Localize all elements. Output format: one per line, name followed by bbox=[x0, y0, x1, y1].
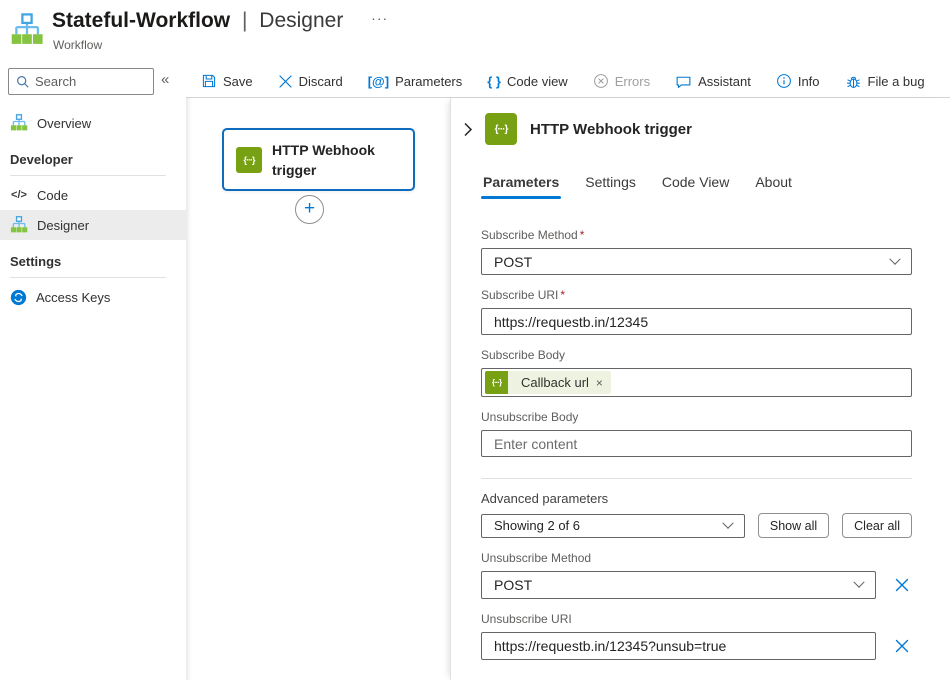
sidebar-item-designer[interactable]: Designer bbox=[0, 210, 186, 240]
remove-unsubscribe-method-button[interactable] bbox=[892, 575, 912, 595]
search-box[interactable] bbox=[8, 68, 154, 95]
assistant-icon bbox=[676, 76, 691, 88]
unsubscribe-uri-label: Unsubscribe URI bbox=[481, 612, 572, 626]
parameters-icon: [@] bbox=[367, 73, 390, 89]
access-keys-icon bbox=[10, 289, 27, 305]
overview-icon bbox=[10, 114, 28, 131]
errors-icon bbox=[593, 74, 608, 88]
code-view-button[interactable]: { } Code view bbox=[487, 74, 567, 89]
required-asterisk: * bbox=[579, 228, 585, 242]
advanced-parameters-value: Showing 2 of 6 bbox=[494, 518, 581, 533]
unsubscribe-method-label: Unsubscribe Method bbox=[481, 551, 592, 565]
unsubscribe-uri-field bbox=[481, 632, 876, 660]
sidebar-item-access-keys[interactable]: Access Keys bbox=[0, 282, 186, 312]
section-divider bbox=[10, 277, 166, 278]
close-icon bbox=[895, 578, 909, 592]
designer-icon bbox=[10, 216, 28, 233]
unsubscribe-body-input[interactable] bbox=[482, 431, 911, 456]
webhook-icon: {···} bbox=[236, 146, 262, 173]
subscribe-uri-input[interactable] bbox=[482, 309, 911, 334]
close-icon bbox=[895, 639, 909, 653]
subscribe-body-label: Subscribe Body bbox=[481, 348, 566, 362]
command-bar: Save Discard [@] Parameters { } Code vie… bbox=[201, 67, 925, 95]
advanced-divider bbox=[481, 478, 912, 479]
page-view-title: Designer bbox=[259, 9, 344, 32]
unsubscribe-body-label: Unsubscribe Body bbox=[481, 410, 579, 424]
chevron-down-icon bbox=[722, 517, 734, 529]
designer-canvas[interactable]: {···} HTTP Webhook trigger + bbox=[186, 98, 450, 680]
sidebar-section-settings: Settings bbox=[10, 254, 62, 269]
subscribe-uri-label: Subscribe URI * bbox=[481, 288, 566, 302]
plus-icon: + bbox=[303, 198, 316, 219]
advanced-parameters-dropdown[interactable]: Showing 2 of 6 bbox=[481, 513, 745, 538]
clear-all-button[interactable]: Clear all bbox=[842, 513, 912, 538]
bug-icon bbox=[846, 76, 860, 88]
subscribe-method-dropdown[interactable]: POST bbox=[481, 248, 912, 275]
advanced-parameters-label: Advanced parameters bbox=[481, 491, 609, 506]
code-view-icon: { } bbox=[487, 73, 501, 89]
tab-settings[interactable]: Settings bbox=[583, 170, 638, 199]
panel-collapse-icon[interactable] bbox=[461, 120, 476, 139]
app-header: Stateful-Workflow | Designer ··· Workflo… bbox=[0, 0, 950, 62]
discard-icon bbox=[279, 74, 292, 88]
discard-button[interactable]: Discard bbox=[278, 74, 343, 89]
collapse-sidebar-icon[interactable]: « bbox=[161, 71, 169, 88]
workflow-logo-icon bbox=[10, 13, 44, 52]
resource-type-label: Workflow bbox=[53, 38, 103, 52]
title-separator: | bbox=[241, 9, 248, 32]
tab-code-view[interactable]: Code View bbox=[660, 170, 731, 199]
chevron-down-icon bbox=[889, 253, 901, 265]
panel-title: HTTP Webhook trigger bbox=[530, 120, 692, 138]
unsubscribe-uri-input[interactable] bbox=[482, 633, 875, 659]
parameters-button[interactable]: [@] Parameters bbox=[368, 74, 463, 89]
trigger-details-panel: {···} HTTP Webhook trigger Parameters Se… bbox=[450, 98, 950, 680]
unsubscribe-method-value: POST bbox=[494, 577, 533, 593]
show-all-button[interactable]: Show all bbox=[757, 513, 830, 538]
sidebar-item-overview[interactable]: Overview bbox=[0, 108, 186, 138]
section-divider bbox=[10, 175, 166, 176]
chevron-down-icon bbox=[853, 576, 865, 588]
search-input[interactable] bbox=[35, 70, 151, 93]
sidebar-item-code[interactable]: </> Code bbox=[0, 180, 186, 210]
subscribe-method-value: POST bbox=[494, 253, 533, 270]
search-icon bbox=[17, 76, 29, 88]
token-label: Callback url bbox=[521, 375, 589, 390]
subscribe-body-field[interactable]: {···} Callback url × bbox=[481, 368, 912, 397]
token-webhook-icon: {···} bbox=[485, 371, 508, 394]
save-icon bbox=[202, 74, 216, 88]
info-icon bbox=[776, 74, 791, 88]
required-asterisk: * bbox=[560, 288, 566, 302]
webhook-panel-icon: {···} bbox=[485, 113, 517, 145]
add-step-button[interactable]: + bbox=[295, 195, 324, 224]
code-icon: </> bbox=[11, 189, 27, 201]
errors-button: Errors bbox=[593, 73, 650, 89]
panel-tabs: Parameters Settings Code View About bbox=[481, 170, 950, 199]
remove-token-icon[interactable]: × bbox=[596, 376, 603, 390]
http-webhook-trigger-node[interactable]: {···} HTTP Webhook trigger bbox=[222, 128, 415, 191]
remove-unsubscribe-uri-button[interactable] bbox=[892, 636, 912, 656]
assistant-button[interactable]: Assistant bbox=[675, 73, 751, 90]
unsubscribe-body-field bbox=[481, 430, 912, 457]
callback-url-token[interactable]: {···} Callback url × bbox=[485, 371, 611, 394]
subscribe-method-label: Subscribe Method * bbox=[481, 228, 585, 242]
sidebar-section-developer: Developer bbox=[10, 152, 73, 167]
subscribe-uri-field bbox=[481, 308, 912, 335]
info-button[interactable]: Info bbox=[776, 73, 820, 89]
unsubscribe-method-dropdown[interactable]: POST bbox=[481, 571, 876, 599]
file-a-bug-button[interactable]: File a bug bbox=[845, 73, 925, 90]
sidebar: Overview Developer </> Code Designer Set… bbox=[0, 98, 186, 680]
more-actions-icon[interactable]: ··· bbox=[371, 10, 388, 26]
save-button[interactable]: Save bbox=[201, 73, 253, 89]
page-title: Stateful-Workflow bbox=[52, 9, 231, 32]
tab-about[interactable]: About bbox=[753, 170, 794, 199]
node-title: HTTP Webhook trigger bbox=[272, 141, 375, 178]
tab-parameters[interactable]: Parameters bbox=[481, 170, 562, 199]
